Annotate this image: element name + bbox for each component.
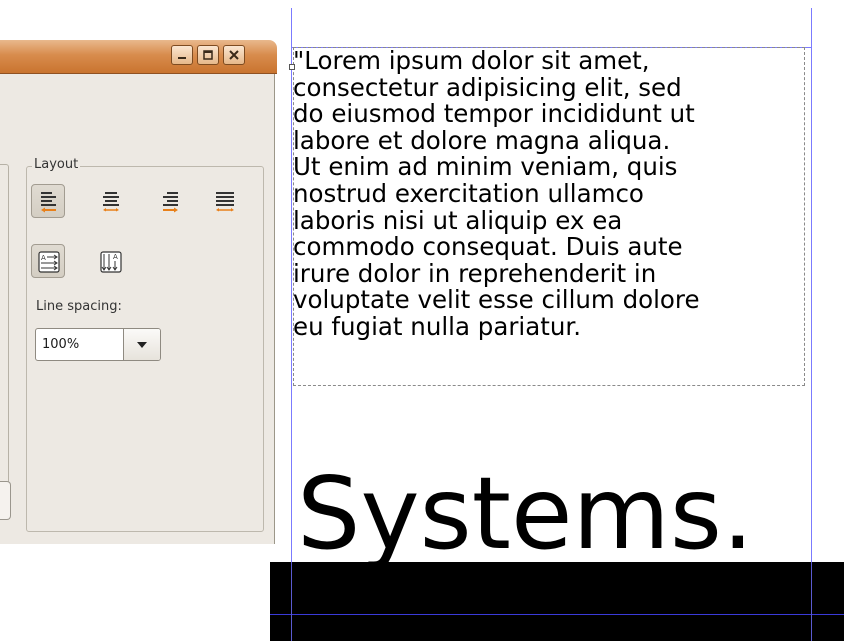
- close-icon: [229, 50, 239, 60]
- svg-text:A: A: [41, 254, 46, 262]
- close-button[interactable]: [223, 45, 245, 65]
- band-guide-line: [270, 614, 844, 615]
- text-line: "Lorem ipsum dolor sit amet,: [293, 46, 650, 75]
- lorem-text-block[interactable]: "Lorem ipsum dolor sit amet, consectetur…: [293, 46, 813, 341]
- align-right-icon: [163, 192, 178, 213]
- vertical-text-icon: A: [100, 251, 122, 273]
- text-line: irure dolor in reprehenderit in: [293, 258, 657, 288]
- chevron-down-icon: [137, 342, 147, 348]
- layout-group-legend: Layout: [32, 157, 81, 172]
- vertical-text-button[interactable]: A: [93, 244, 127, 278]
- align-justify-icon: [216, 192, 234, 212]
- maximize-icon: [203, 50, 213, 60]
- text-line: voluptate velit esse cillum dolore: [293, 285, 700, 315]
- line-spacing-value[interactable]: 100%: [42, 337, 79, 352]
- margin-guide-left: [291, 8, 292, 641]
- svg-text:A: A: [113, 253, 118, 261]
- text-line: labore et dolore magna aliqua.: [293, 125, 671, 155]
- text-line: eu fugiat nulla pariatur.: [293, 311, 581, 341]
- align-left-button[interactable]: [31, 184, 65, 218]
- text-line: consectetur adipisicing elit, sed: [293, 72, 682, 102]
- dialog-titlebar[interactable]: [0, 40, 277, 74]
- left-panel-widget[interactable]: [0, 481, 11, 520]
- maximize-button[interactable]: [197, 45, 219, 65]
- text-dialog-window: Layout A A Line spacing: 100%: [0, 40, 277, 641]
- minimize-icon: [178, 57, 186, 59]
- text-line: Ut enim ad minim veniam, quis: [293, 152, 678, 182]
- line-spacing-dropdown-button[interactable]: [123, 329, 160, 360]
- align-justify-button[interactable]: [207, 184, 241, 218]
- horizontal-text-icon: A: [38, 251, 60, 273]
- text-line: nostrud exercitation ullamco: [293, 178, 644, 208]
- minimize-button[interactable]: [171, 45, 193, 65]
- align-center-button[interactable]: [93, 184, 127, 218]
- align-left-icon: [41, 192, 56, 213]
- headline-text[interactable]: Systems.: [297, 454, 754, 574]
- band-guide-left: [291, 562, 292, 641]
- align-center-icon: [103, 192, 119, 212]
- line-spacing-label: Line spacing:: [36, 299, 122, 314]
- band-guide-right: [811, 562, 812, 641]
- dialog-body: Layout A A Line spacing: 100%: [0, 74, 275, 544]
- line-spacing-combobox[interactable]: 100%: [35, 328, 161, 361]
- black-band: [270, 562, 844, 641]
- text-line: do eiusmod tempor incididunt ut: [293, 99, 695, 129]
- align-right-button[interactable]: [152, 184, 186, 218]
- text-line: commodo consequat. Duis aute: [293, 232, 683, 262]
- text-line: laboris nisi ut aliquip ex ea: [293, 205, 623, 235]
- document-canvas[interactable]: "Lorem ipsum dolor sit amet, consectetur…: [270, 0, 844, 641]
- left-panel-frame: [0, 164, 9, 496]
- horizontal-text-button[interactable]: A: [31, 244, 65, 278]
